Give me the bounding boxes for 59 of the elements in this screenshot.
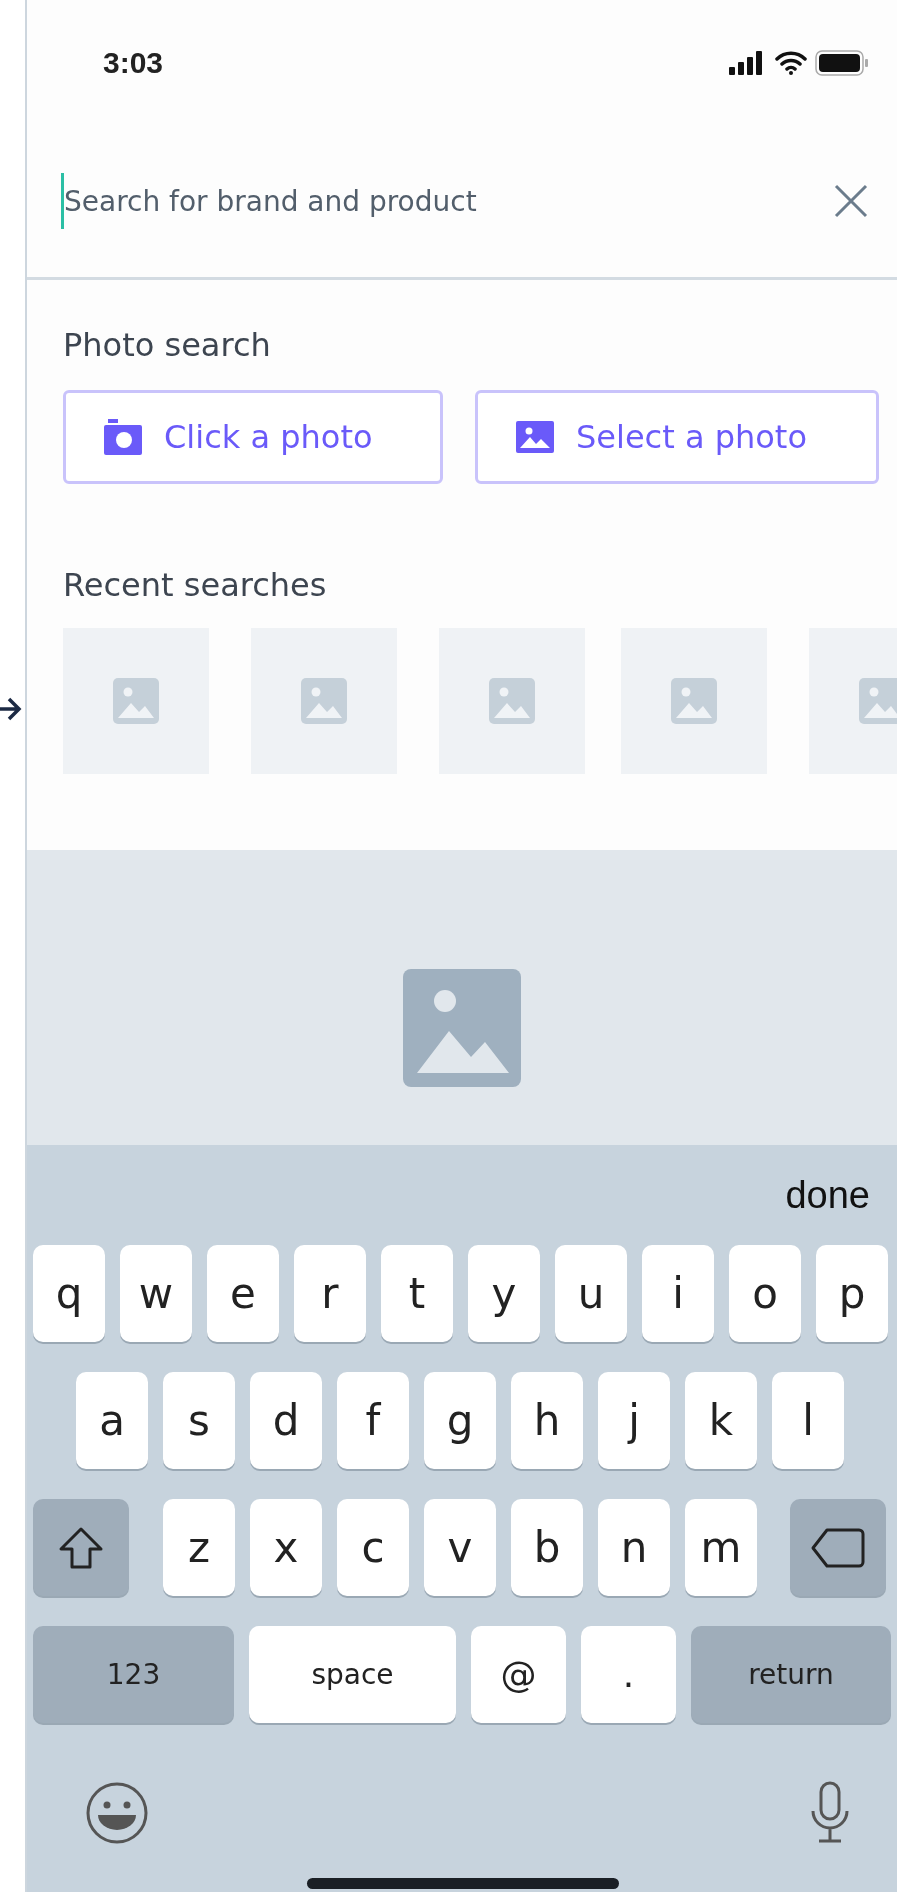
letter-key[interactable]: k: [685, 1372, 757, 1469]
shift-icon: [58, 1525, 104, 1570]
letter-key[interactable]: t: [381, 1245, 453, 1342]
search-field[interactable]: Search for brand and product: [64, 184, 823, 218]
letter-key[interactable]: g: [424, 1372, 496, 1469]
microphone-icon: [810, 1781, 850, 1845]
letter-key[interactable]: d: [250, 1372, 322, 1469]
image-icon: [671, 678, 717, 724]
status-time: 3:03: [103, 45, 164, 80]
section-title: Photo search: [63, 326, 272, 364]
thumbnail-placeholder[interactable]: [621, 628, 767, 774]
return-key[interactable]: return: [691, 1626, 891, 1723]
battery-icon: [815, 49, 869, 76]
image-icon: [859, 678, 897, 724]
letter-key[interactable]: o: [729, 1245, 801, 1342]
space-key[interactable]: space: [249, 1626, 456, 1723]
image-icon: [516, 421, 554, 453]
thumbnail-placeholder[interactable]: [251, 628, 397, 774]
delete-key[interactable]: [790, 1499, 886, 1596]
letter-key[interactable]: v: [424, 1499, 496, 1596]
photo-button[interactable]: Select a photo: [475, 390, 879, 484]
wifi-icon: [775, 50, 807, 75]
done-button[interactable]: done: [785, 1173, 870, 1217]
letter-key[interactable]: u: [555, 1245, 627, 1342]
letter-key[interactable]: f: [337, 1372, 409, 1469]
letter-key[interactable]: h: [511, 1372, 583, 1469]
letter-key[interactable]: r: [294, 1245, 366, 1342]
letter-key[interactable]: a: [76, 1372, 148, 1469]
letter-key[interactable]: x: [250, 1499, 322, 1596]
symbol-key[interactable]: .: [581, 1626, 676, 1723]
letter-key[interactable]: y: [468, 1245, 540, 1342]
numbers-key[interactable]: 123: [33, 1626, 234, 1723]
symbol-key[interactable]: @: [471, 1626, 566, 1723]
letter-key[interactable]: m: [685, 1499, 757, 1596]
letter-key[interactable]: n: [598, 1499, 670, 1596]
letter-key[interactable]: e: [207, 1245, 279, 1342]
letter-key[interactable]: l: [772, 1372, 844, 1469]
letter-key[interactable]: p: [816, 1245, 888, 1342]
close-icon[interactable]: [833, 183, 869, 219]
letter-key[interactable]: i: [642, 1245, 714, 1342]
photo-button[interactable]: Click a photo: [63, 390, 443, 484]
letter-key[interactable]: q: [33, 1245, 105, 1342]
section-title: Recent searches: [63, 566, 328, 604]
image-icon: [301, 678, 347, 724]
thumbnail-placeholder[interactable]: [63, 628, 209, 774]
image-icon: [403, 968, 521, 1087]
image-icon: [113, 678, 159, 724]
letter-key[interactable]: c: [337, 1499, 409, 1596]
thumbnail-placeholder[interactable]: [439, 628, 585, 774]
delete-icon: [811, 1527, 865, 1568]
letter-key[interactable]: s: [163, 1372, 235, 1469]
letter-key[interactable]: z: [163, 1499, 235, 1596]
letter-key[interactable]: b: [511, 1499, 583, 1596]
emoji-icon: [85, 1781, 149, 1845]
image-icon: [489, 678, 535, 724]
letter-key[interactable]: w: [120, 1245, 192, 1342]
letter-key[interactable]: j: [598, 1372, 670, 1469]
camera-icon: [104, 419, 142, 455]
shift-key[interactable]: [33, 1499, 129, 1596]
